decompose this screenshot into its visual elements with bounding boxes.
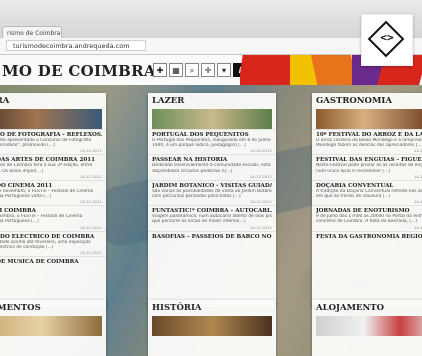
list-item[interactable]: DOÇARIA CONVENTUAL A tradição da Doçaria … (312, 179, 422, 205)
embed-code-icon[interactable]: <> (361, 14, 413, 66)
column-hero-image[interactable] (316, 316, 422, 336)
item-text: Neste Festival pode provar as as receita… (316, 163, 422, 169)
move-icon[interactable]: ✛ (201, 63, 215, 77)
item-date: 14-12-2011 (413, 148, 422, 154)
address-bar: turismodecoimbra.andrequeda.com (0, 38, 422, 55)
item-text: concelho de Coimbra. A Rota da Bairrada,… (316, 219, 417, 225)
category-column: NUMENTOS (0, 300, 106, 356)
item-date: 14-12-2011 (79, 199, 102, 205)
map-toolbar: ✚▦⌕✛▾i (153, 63, 249, 77)
item-date: 14-12-2011 (249, 224, 272, 230)
item-date: 14-12-2011 (249, 148, 272, 154)
item-title[interactable]: CRIA DO ELECTRICO DE COIMBRA (0, 234, 102, 240)
item-date: 14-12-2011 (413, 224, 422, 230)
item-date: 14-12-2011 (249, 199, 272, 205)
column-hero-image[interactable] (0, 316, 102, 336)
list-item[interactable]: PORTUGAL DOS PEQUENITOS O Portugal dos Pe… (148, 129, 276, 154)
list-item[interactable]: FESTA DA GASTRONOMIA REGIONAL E (312, 230, 422, 241)
browser-tab-bar: rismo de Coimbra - Ro (0, 0, 422, 40)
site-logo[interactable]: MO DE COIMBRA (2, 62, 156, 80)
item-title[interactable]: JARDIM BOTANICO - VISITAS GUIADAS (152, 183, 272, 189)
category-column: HISTÓRIA (148, 300, 276, 356)
column-hero-image[interactable] (0, 109, 102, 129)
item-title[interactable]: FESTA DA GASTRONOMIA REGIONAL E (316, 234, 422, 240)
item-date: 14-12-2011 (79, 173, 102, 179)
list-item[interactable]: IN EM COIMBRAlhe, à Coimbra, o FESTin – … (0, 205, 106, 230)
column-title[interactable]: TURA (0, 93, 106, 109)
list-item[interactable]: FUNTASTIC!* COIMBRA – AUTOCARL... Viagem … (148, 205, 276, 230)
item-date: 14-12-2011 (79, 148, 102, 154)
column-hero-image[interactable] (152, 109, 272, 129)
site-header: MO DE COIMBRA ✚▦⌕✛▾i (0, 55, 422, 85)
list-item[interactable]: JORNADAS DE ENOTURISMO 9 de Julho das 17h… (312, 205, 422, 230)
list-item[interactable]: JARDIM BOTANICO - VISITAS GUIADAS São vár… (148, 179, 276, 205)
column-hero-image[interactable] (316, 109, 422, 129)
web-page: MO DE COIMBRA ✚▦⌕✛▾i TURA CURSO DE FOTOGR… (0, 55, 422, 356)
column-title[interactable]: LAZER (148, 93, 276, 109)
item-date: 14-12-2011 (413, 199, 422, 205)
filter-icon[interactable]: ▾ (217, 63, 231, 77)
list-item[interactable]: FESTIVAL DAS ENGUIAS – FIGUEIRA DANeste … (312, 154, 422, 179)
item-text: l das Artes de Coimbra terá a sua 3ª edi… (0, 163, 93, 169)
list-item[interactable]: 10º FESTIVAL DO ARROZ E DA LAMPREIAO arr… (312, 129, 422, 154)
item-date: 14-12-2011 (79, 250, 102, 256)
list-item[interactable]: CURSO DE FOTOGRAFIA - REFLEXOS...Gizamen… (0, 129, 106, 154)
column-title[interactable]: NUMENTOS (0, 300, 106, 316)
url-field[interactable]: turismodecoimbra.andrequeda.com (6, 40, 146, 51)
list-item[interactable]: BASOFIAS – PASSEIOS DE BARCO NO [...] (148, 230, 276, 241)
pin-icon[interactable]: ✚ (153, 63, 167, 77)
item-title[interactable]: VAL DE MUSICA DE COIMBRA (0, 259, 102, 265)
column-hero-image[interactable] (152, 316, 272, 336)
category-column: TURA CURSO DE FOTOGRAFIA - REFLEXOS...Giz… (0, 93, 106, 307)
browser-window: rismo de Coimbra - Ro turismodecoimbra.a… (0, 0, 422, 356)
item-date: 14-12-2011 (249, 173, 272, 179)
list-item[interactable]: VAL DO CINEMA 2011de 20 de novembro, o F… (0, 179, 106, 205)
list-item[interactable]: PASSEAR NA HISTORIA Dedicado essencialmen… (148, 154, 276, 179)
column-title[interactable]: ALOJAMENTO (312, 300, 422, 316)
list-item[interactable]: VAL DE MUSICA DE COIMBRA (0, 256, 106, 266)
category-column: GASTRONOMIA 10º FESTIVAL DO ARROZ E DA LA… (312, 93, 422, 307)
column-title[interactable]: GASTRONOMIA (312, 93, 422, 109)
item-date: 14-12-2011 (79, 224, 102, 230)
list-item[interactable]: VAL DAS ARTES DE COIMBRA 2011l das Artes… (0, 154, 106, 179)
category-column: LAZER PORTUGAL DOS PEQUENITOS O Portugal d… (148, 93, 276, 307)
item-title[interactable]: BASOFIAS – PASSEIOS DE BARCO NO [...] (152, 234, 272, 240)
item-text: Mondego fazem as delícias dos apreciador… (316, 143, 422, 149)
item-text: Dedicado essencialmente à comunidade esc… (152, 163, 272, 169)
column-title[interactable]: HISTÓRIA (148, 300, 276, 316)
category-column: ALOJAMENTO (312, 300, 422, 356)
list-item[interactable]: CRIA DO ELECTRICO DE COIMBRAia da Cidade… (0, 230, 106, 256)
search-icon[interactable]: ⌕ (185, 63, 199, 77)
item-date: 14-12-2011 (413, 173, 422, 179)
grid-icon[interactable]: ▦ (169, 63, 183, 77)
